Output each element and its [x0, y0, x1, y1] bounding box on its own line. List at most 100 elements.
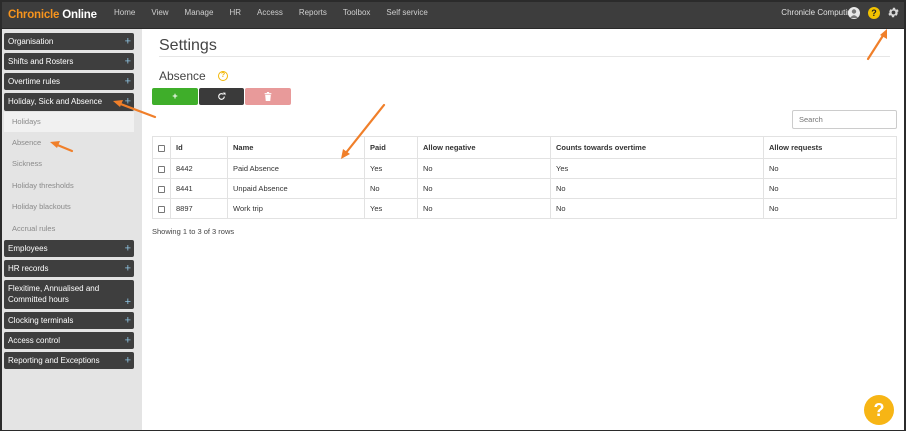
sidebar-group-organisation[interactable]: Organisation + — [4, 33, 134, 50]
sidebar-group-access-control[interactable]: Access control + — [4, 332, 134, 349]
refresh-icon — [218, 92, 226, 100]
expand-plus-icon[interactable]: + — [125, 355, 131, 366]
cell-allow-requests: No — [763, 198, 897, 219]
column-header-name[interactable]: Name — [227, 136, 365, 159]
table-row[interactable]: 8897 Work trip Yes No No No — [152, 198, 897, 219]
sidebar-group-label: Clocking terminals — [8, 316, 74, 325]
sidebar-group-clocking-terminals[interactable]: Clocking terminals + — [4, 312, 134, 329]
menu-reports[interactable]: Reports — [291, 2, 335, 29]
expand-plus-icon[interactable]: + — [125, 76, 131, 87]
sidebar-group-shifts-and-rosters[interactable]: Shifts and Rosters + — [4, 53, 134, 70]
info-help-icon[interactable]: ? — [218, 71, 228, 81]
expand-plus-icon[interactable]: + — [125, 56, 131, 67]
sidebar-item-accrual-rules[interactable]: Accrual rules — [4, 219, 134, 239]
app-window: Chronicle Online Home View Manage HR Acc… — [2, 2, 904, 430]
sidebar: Organisation + Shifts and Rosters + Over… — [2, 29, 142, 430]
sidebar-group-label: Organisation — [8, 37, 54, 46]
expand-plus-icon[interactable]: + — [125, 263, 131, 274]
cell-paid: Yes — [364, 158, 418, 179]
table-row[interactable]: 8441 Unpaid Absence No No No No — [152, 178, 897, 199]
row-select-cell — [152, 198, 171, 219]
cell-allow-requests: No — [763, 158, 897, 179]
brand-logo[interactable]: Chronicle Online — [8, 5, 97, 25]
sidebar-item-holiday-thresholds[interactable]: Holiday thresholds — [4, 176, 134, 196]
sidebar-group-label: Holiday, Sick and Absence — [8, 97, 103, 106]
table-header-row: Id Name Paid Allow negative Counts towar… — [152, 136, 897, 159]
row-select-cell — [152, 178, 171, 199]
menu-view[interactable]: View — [143, 2, 176, 29]
page-title: Settings — [159, 37, 217, 54]
sidebar-item-sickness[interactable]: Sickness — [4, 154, 134, 174]
cell-id: 8442 — [170, 158, 228, 179]
sidebar-group-reporting-exceptions[interactable]: Reporting and Exceptions + — [4, 352, 134, 369]
menu-self-service[interactable]: Self service — [378, 2, 435, 29]
column-header-id[interactable]: Id — [170, 136, 228, 159]
sidebar-item-holiday-blackouts[interactable]: Holiday blackouts — [4, 197, 134, 217]
main-menu: Home View Manage HR Access Reports Toolb… — [106, 2, 436, 29]
divider — [159, 56, 890, 57]
cell-paid: No — [364, 178, 418, 199]
cell-id: 8441 — [170, 178, 228, 199]
cell-counts-towards-overtime: No — [550, 178, 764, 199]
cell-counts-towards-overtime: No — [550, 198, 764, 219]
menu-hr[interactable]: HR — [221, 2, 249, 29]
expand-plus-icon[interactable]: + — [125, 297, 131, 308]
expand-plus-icon[interactable]: + — [125, 335, 131, 346]
company-name[interactable]: Chronicle Computing — [781, 2, 856, 24]
cell-name: Unpaid Absence — [227, 178, 365, 199]
menu-access[interactable]: Access — [249, 2, 291, 29]
sidebar-group-label: Flexitime, Annualised and Committed hour… — [8, 284, 100, 304]
select-all-checkbox[interactable] — [158, 144, 165, 152]
row-checkbox[interactable] — [158, 185, 165, 193]
menu-manage[interactable]: Manage — [177, 2, 222, 29]
help-icon[interactable]: ? — [868, 7, 880, 19]
sidebar-group-overtime-rules[interactable]: Overtime rules + — [4, 73, 134, 90]
column-header-allow-negative[interactable]: Allow negative — [417, 136, 551, 159]
cell-allow-negative: No — [417, 158, 551, 179]
pagination-info: Showing 1 to 3 of 3 rows — [152, 227, 235, 236]
cell-id: 8897 — [170, 198, 228, 219]
cell-counts-towards-overtime: Yes — [550, 158, 764, 179]
column-header-allow-requests[interactable]: Allow requests — [763, 136, 897, 159]
cell-allow-negative: No — [417, 178, 551, 199]
expand-plus-icon[interactable]: + — [125, 36, 131, 47]
menu-home[interactable]: Home — [106, 2, 143, 29]
cell-paid: Yes — [364, 198, 418, 219]
table-row[interactable]: 8442 Paid Absence Yes No Yes No — [152, 158, 897, 179]
sidebar-group-flexitime[interactable]: Flexitime, Annualised and Committed hour… — [4, 280, 134, 309]
row-select-cell — [152, 158, 171, 179]
sidebar-group-holiday-sick-absence[interactable]: Holiday, Sick and Absence + — [4, 93, 134, 111]
search-input[interactable] — [792, 110, 897, 129]
add-button[interactable]: + — [152, 88, 198, 105]
expand-plus-icon[interactable]: + — [125, 243, 131, 254]
cell-name: Paid Absence — [227, 158, 365, 179]
sidebar-group-employees[interactable]: Employees + — [4, 240, 134, 257]
sidebar-item-absence[interactable]: Absence — [4, 133, 134, 153]
column-header-paid[interactable]: Paid — [364, 136, 418, 159]
menu-toolbox[interactable]: Toolbox — [335, 2, 379, 29]
delete-button[interactable] — [245, 88, 291, 105]
section-title: Absence — [159, 69, 206, 83]
select-all-cell — [152, 136, 171, 159]
cell-allow-negative: No — [417, 198, 551, 219]
brand-name-accent: Chronicle — [8, 9, 60, 21]
cell-name: Work trip — [227, 198, 365, 219]
expand-plus-icon[interactable]: + — [125, 96, 131, 108]
trash-icon — [264, 92, 272, 101]
cell-allow-requests: No — [763, 178, 897, 199]
sidebar-group-hr-records[interactable]: HR records + — [4, 260, 134, 277]
user-avatar-icon[interactable] — [848, 7, 860, 19]
sidebar-item-holidays[interactable]: Holidays — [4, 112, 134, 132]
help-fab-button[interactable]: ? — [864, 395, 894, 425]
sidebar-group-label: Access control — [8, 336, 61, 345]
brand-name: Online — [59, 9, 97, 21]
expand-plus-icon[interactable]: + — [125, 315, 131, 326]
row-checkbox[interactable] — [158, 205, 165, 213]
column-header-counts-towards-overtime[interactable]: Counts towards overtime — [550, 136, 764, 159]
sidebar-group-label: Reporting and Exceptions — [8, 356, 100, 365]
sidebar-group-label: Overtime rules — [8, 77, 61, 86]
sidebar-group-label: Employees — [8, 244, 48, 253]
refresh-button[interactable] — [199, 88, 244, 105]
row-checkbox[interactable] — [158, 165, 165, 173]
gear-icon[interactable] — [887, 6, 900, 19]
